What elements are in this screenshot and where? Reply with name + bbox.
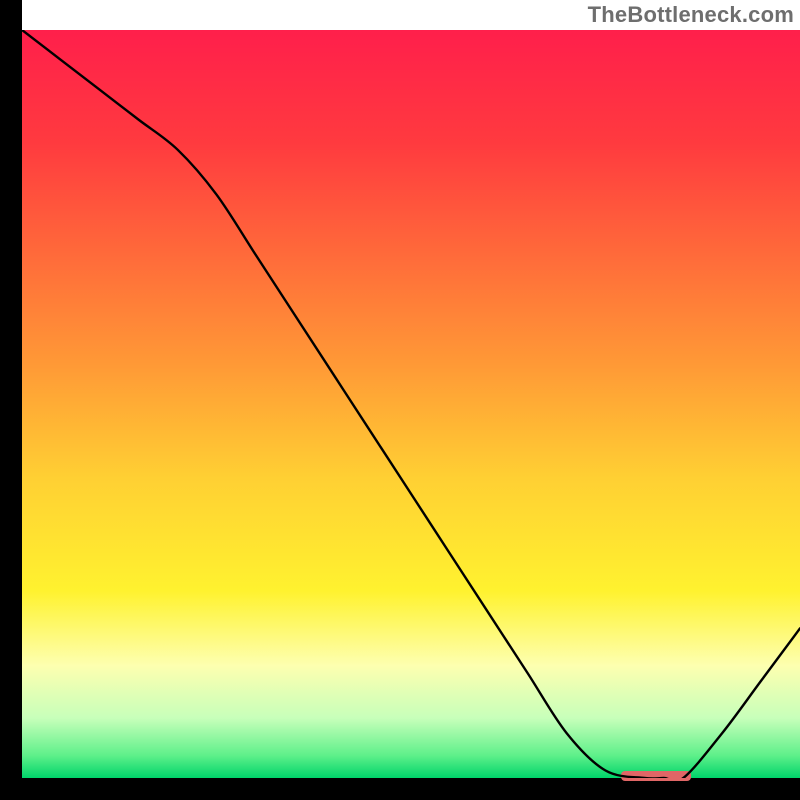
- chart-stage: TheBottleneck.com: [0, 0, 800, 800]
- y-axis: [0, 0, 22, 800]
- gradient-background: [22, 30, 800, 778]
- x-axis: [0, 778, 800, 800]
- watermark-text: TheBottleneck.com: [588, 2, 794, 28]
- bottleneck-chart: [0, 0, 800, 800]
